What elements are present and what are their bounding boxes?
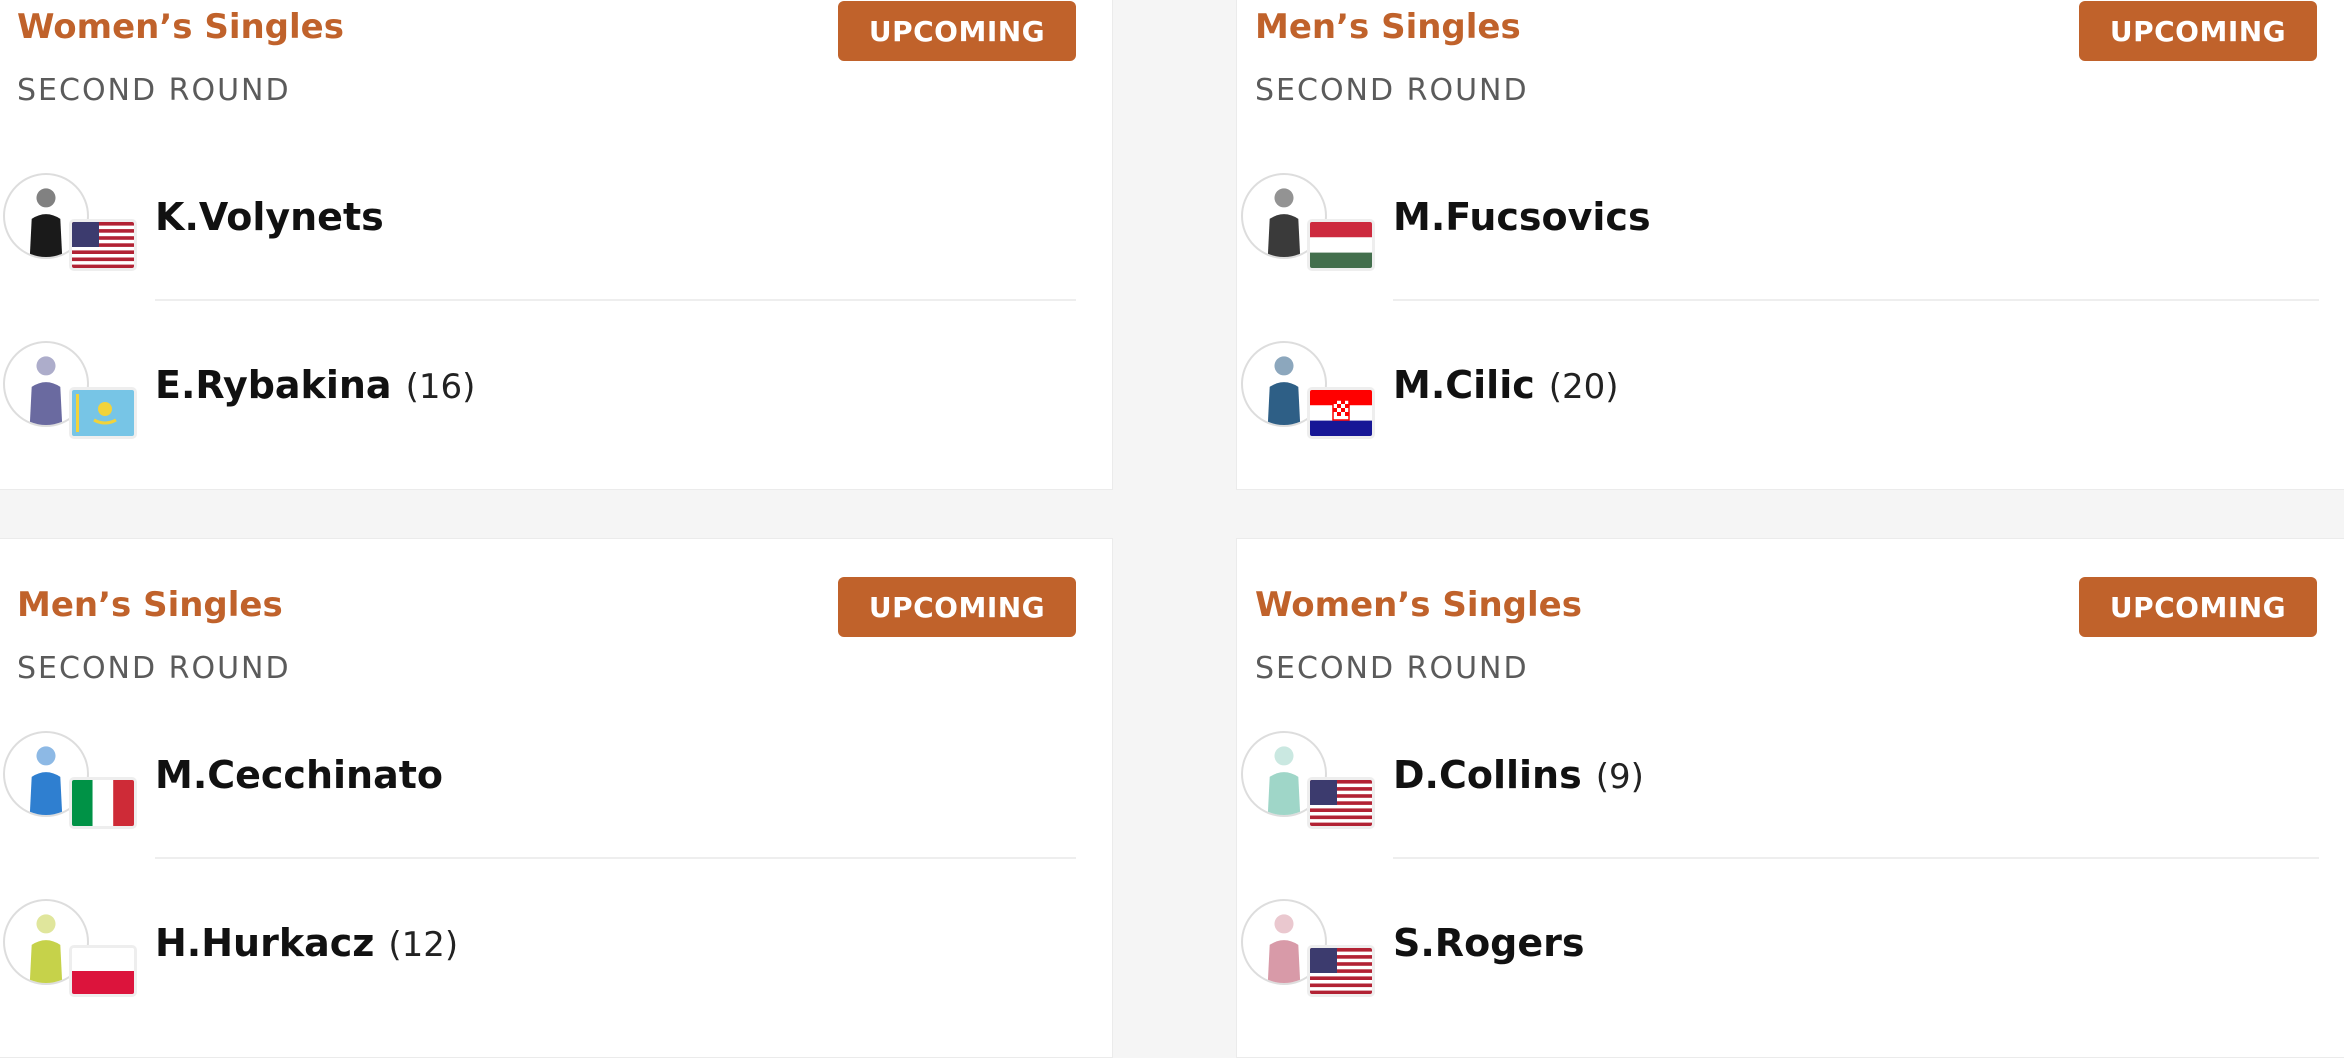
player-name[interactable]: K.Volynets <box>155 195 384 239</box>
hu-flag-icon <box>1307 219 1375 271</box>
divider <box>1393 299 2319 301</box>
player-name[interactable]: M.Cecchinato <box>155 753 443 797</box>
player-row[interactable]: M.Cilic (20) <box>1237 341 2344 441</box>
match-card[interactable]: Men’s Singles SECOND ROUND UPCOMING M.Fu… <box>1236 0 2344 490</box>
kz-flag-icon <box>69 387 137 439</box>
player-row[interactable]: E.Rybakina (16) <box>0 341 1112 441</box>
pl-flag-icon <box>69 945 137 997</box>
us-flag-icon <box>1307 945 1375 997</box>
divider <box>155 299 1076 301</box>
it-flag-icon <box>69 777 137 829</box>
round-label: SECOND ROUND <box>1255 651 1529 686</box>
hr-flag-icon <box>1307 387 1375 439</box>
player-seed: (20) <box>1548 367 1619 407</box>
player-row[interactable]: M.Fucsovics <box>1237 173 2344 273</box>
divider <box>1393 857 2319 859</box>
round-label: SECOND ROUND <box>17 651 291 686</box>
player-row[interactable]: D.Collins (9) <box>1237 731 2344 831</box>
player-name[interactable]: S.Rogers <box>1393 921 1585 965</box>
match-card[interactable]: Women’s Singles SECOND ROUND UPCOMING D.… <box>1236 538 2344 1058</box>
player-seed: (16) <box>405 367 476 407</box>
player-row[interactable]: S.Rogers <box>1237 899 2344 999</box>
divider <box>155 857 1076 859</box>
player-name[interactable]: M.Fucsovics <box>1393 195 1651 239</box>
status-badge: UPCOMING <box>838 577 1076 637</box>
player-name[interactable]: M.Cilic <box>1393 363 1535 407</box>
player-seed: (12) <box>388 925 459 965</box>
player-row[interactable]: M.Cecchinato <box>0 731 1112 831</box>
us-flag-icon <box>1307 777 1375 829</box>
player-row[interactable]: K.Volynets <box>0 173 1112 273</box>
player-name[interactable]: H.Hurkacz <box>155 921 374 965</box>
round-label: SECOND ROUND <box>17 73 291 108</box>
status-badge: UPCOMING <box>2079 577 2317 637</box>
match-card[interactable]: Women’s Singles SECOND ROUND UPCOMING K.… <box>0 0 1113 490</box>
event-title: Women’s Singles <box>1255 585 1582 625</box>
event-title: Women’s Singles <box>17 7 344 47</box>
round-label: SECOND ROUND <box>1255 73 1529 108</box>
player-name[interactable]: D.Collins <box>1393 753 1582 797</box>
player-name[interactable]: E.Rybakina <box>155 363 392 407</box>
event-title: Men’s Singles <box>1255 7 1521 47</box>
player-seed: (9) <box>1595 757 1644 797</box>
status-badge: UPCOMING <box>2079 1 2317 61</box>
event-title: Men’s Singles <box>17 585 283 625</box>
us-flag-icon <box>69 219 137 271</box>
player-row[interactable]: H.Hurkacz (12) <box>0 899 1112 999</box>
status-badge: UPCOMING <box>838 1 1076 61</box>
match-card[interactable]: Men’s Singles SECOND ROUND UPCOMING M.Ce… <box>0 538 1113 1058</box>
